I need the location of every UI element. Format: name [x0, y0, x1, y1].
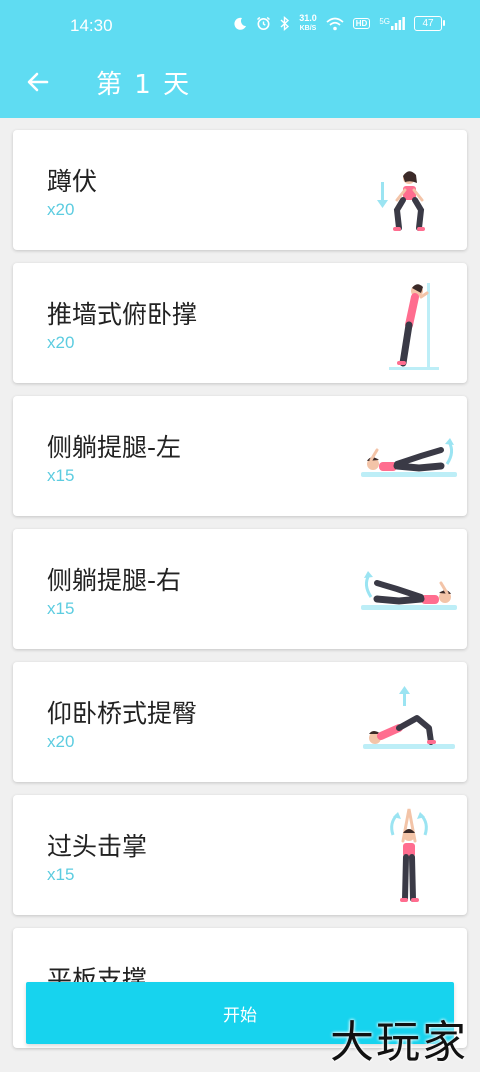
exercise-card[interactable]: 蹲伏 x20: [13, 130, 467, 250]
header-bar: 14:30 31.0 KB/S HD 5G 47 第 1 天: [0, 0, 480, 118]
exercise-name: 仰卧桥式提臀: [47, 699, 198, 728]
wall-pushup-illustration-icon: [389, 283, 439, 370]
status-time: 14:30: [70, 16, 113, 35]
exercise-reps: x20: [47, 200, 75, 219]
exercise-card[interactable]: 推墙式俯卧撑 x20: [13, 263, 467, 383]
signal-indicator: 5G: [379, 17, 405, 30]
exercise-reps: x20: [47, 732, 75, 751]
status-bar: 14:30 31.0 KB/S HD 5G 47: [0, 0, 480, 56]
network-speed-unit: KB/S: [299, 25, 317, 32]
exercise-name: 侧躺提腿-左: [47, 433, 182, 462]
network-speed: 31.0 KB/S: [299, 14, 317, 33]
exercise-name: 侧躺提腿-右: [47, 566, 182, 595]
nav-bar: 第 1 天: [0, 56, 480, 108]
wifi-icon: [326, 17, 344, 30]
bluetooth-icon: [280, 16, 290, 31]
exercise-card[interactable]: 过头击掌 x15: [13, 795, 467, 915]
side-leg-lift-left-illustration-icon: [361, 438, 457, 477]
app-root: 14:30 31.0 KB/S HD 5G 47 第 1 天 蹲伏 x20 推墙…: [0, 0, 480, 1072]
exercise-reps: x15: [47, 599, 75, 618]
exercise-reps: x15: [47, 865, 75, 884]
signal-icon: [391, 17, 405, 30]
signal-label: 5G: [379, 17, 390, 26]
exercise-reps: x15: [47, 466, 75, 485]
back-button[interactable]: [18, 62, 58, 102]
exercise-card[interactable]: 侧躺提腿-左 x15: [13, 396, 467, 516]
squat-illustration-icon: [377, 171, 425, 231]
glute-bridge-illustration-icon: [363, 686, 455, 749]
status-icons: 31.0 KB/S HD 5G 47: [233, 14, 445, 33]
page-title: 第 1 天: [96, 69, 192, 100]
exercise-name: 过头击掌: [47, 832, 148, 861]
exercise-name: 推墙式俯卧撑: [47, 300, 198, 329]
exercise-card[interactable]: 仰卧桥式提臀 x20: [13, 662, 467, 782]
watermark-logo: 大玩家: [330, 1017, 468, 1068]
network-speed-value: 31.0: [299, 13, 317, 23]
side-leg-lift-right-illustration-icon: [361, 571, 457, 610]
exercise-list[interactable]: 蹲伏 x20 推墙式俯卧撑 x20 侧躺提腿-左 x15 侧躺提腿-右 x15 …: [13, 130, 467, 1061]
exercise-reps: x20: [47, 333, 75, 352]
overhead-clap-illustration-icon: [390, 808, 428, 902]
moon-icon: [234, 17, 247, 30]
hd-badge: HD: [352, 18, 371, 29]
arrow-left-icon: [27, 72, 49, 92]
battery-indicator: 47: [414, 16, 445, 31]
exercise-card[interactable]: 侧躺提腿-右 x15: [13, 529, 467, 649]
exercise-name: 蹲伏: [47, 167, 98, 196]
alarm-icon: [257, 16, 271, 30]
